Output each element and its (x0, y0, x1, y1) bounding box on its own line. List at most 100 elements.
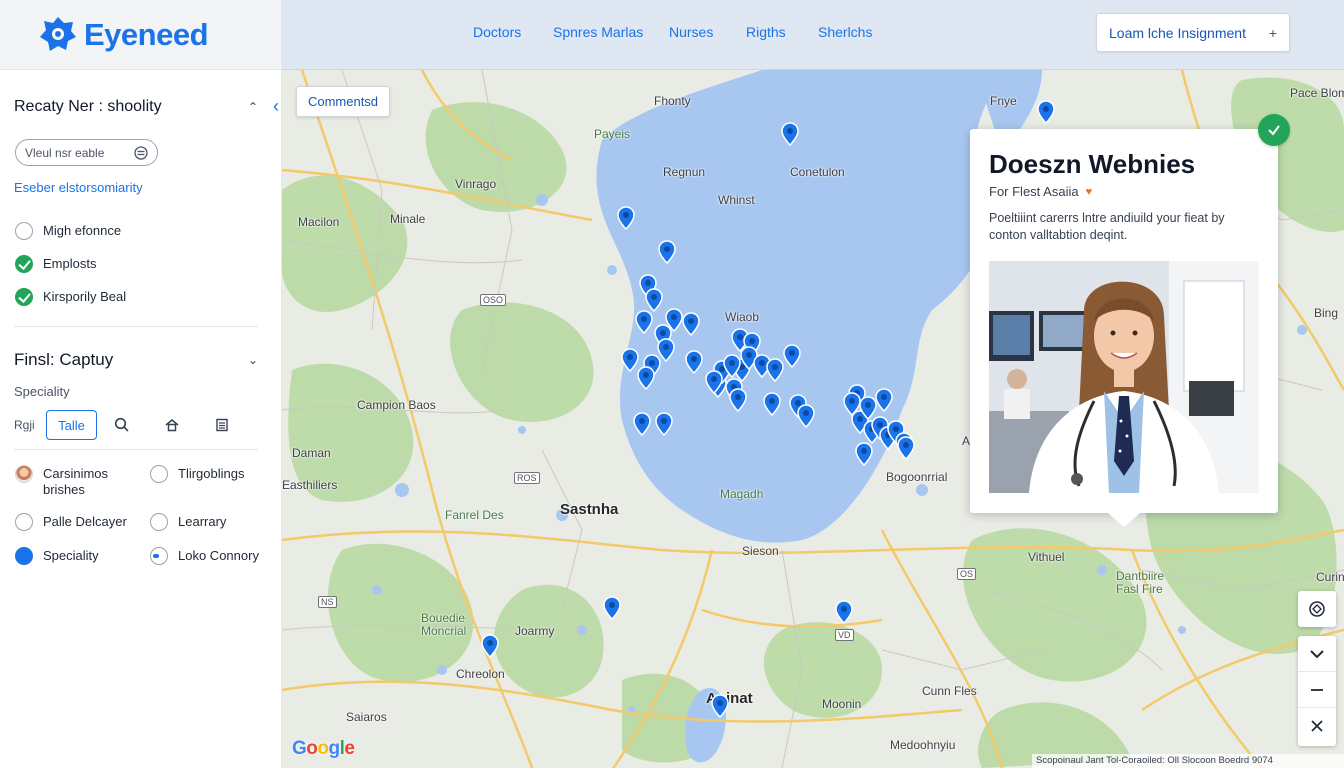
road-shield: OSO (480, 294, 507, 306)
option-label: Speciality (43, 548, 99, 563)
section-capture-header[interactable]: Finsl: Captuy ⌄ (14, 350, 258, 370)
filter-input[interactable]: Vleul nsr eable (15, 139, 158, 166)
map-pin-icon[interactable] (766, 358, 784, 382)
option-item[interactable]: Learrary (150, 513, 226, 531)
map-label: Wiaob (725, 310, 760, 324)
chip-text[interactable]: Rgji (14, 418, 46, 432)
map-pin-icon[interactable] (781, 122, 799, 146)
chevron-down-icon[interactable]: ⌄ (248, 353, 258, 367)
card-title: Doeszn Webnies (989, 149, 1196, 179)
map-pin-icon[interactable] (637, 366, 655, 390)
doctor-info-card[interactable]: Doeszn Webnies For Flest Asaiia ♥ Poelti… (970, 129, 1278, 527)
map-label: Moonin (822, 697, 862, 711)
nav-searches[interactable]: Sherlchs (818, 24, 872, 40)
filter-toggle-icon[interactable] (134, 145, 148, 160)
map-pin-icon[interactable] (855, 442, 873, 466)
section-title: Finsl: Captuy (14, 350, 114, 369)
radio-button[interactable] (150, 513, 168, 531)
view-toggle-row: Rgji Talle (14, 410, 258, 440)
load-assignment-button[interactable]: Loam lche Insignment + (1096, 13, 1290, 52)
heart-icon[interactable]: ♥ (1086, 186, 1093, 198)
option-item[interactable]: Tlirgoblings (150, 465, 244, 483)
map-label: Chreolon (456, 667, 505, 681)
map-label: Fnye (990, 94, 1017, 108)
doctor-photo (989, 261, 1259, 493)
map-pin-icon[interactable] (682, 312, 700, 336)
map-pin-icon[interactable] (729, 388, 747, 412)
option-item[interactable]: Loko Connory (150, 547, 259, 565)
nav-nurses[interactable]: Nurses (669, 24, 713, 40)
map-label: Whinst (718, 193, 755, 207)
radio-button[interactable] (150, 465, 168, 483)
nav-rights[interactable]: Rigths (746, 24, 786, 40)
plus-icon: + (1268, 24, 1277, 41)
radio-button-partial[interactable] (150, 547, 168, 565)
nav-specialties[interactable]: Spnres Marlas (553, 24, 643, 40)
map-pin-icon[interactable] (481, 634, 499, 658)
option-item[interactable]: Kirsporily Beal (15, 288, 126, 306)
map-pin-icon[interactable] (645, 288, 663, 312)
option-item[interactable]: Migh efonnce (15, 222, 121, 240)
search-icon[interactable] (97, 410, 147, 440)
map-label: Medoohnyiu (890, 738, 956, 752)
map-pin-icon[interactable] (723, 354, 741, 378)
map-pin-icon[interactable] (763, 392, 781, 416)
specialty-label: Speciality (14, 384, 70, 399)
section-title: Recaty Ner : shoolity (14, 98, 162, 115)
map-pin-icon[interactable] (705, 370, 723, 394)
list-icon[interactable] (197, 410, 247, 440)
option-item[interactable]: Emplosts (15, 255, 96, 273)
comments-button[interactable]: Commentsd (296, 86, 390, 117)
map-label: Fanrel Des (445, 508, 504, 522)
map-pin-icon[interactable] (1037, 100, 1055, 124)
specialty-link[interactable]: Eseber elstorsomiarity (14, 180, 143, 195)
map-pin-icon[interactable] (617, 206, 635, 230)
chevron-up-icon[interactable]: ⌃ (248, 100, 258, 114)
map-label: Curinte (1316, 570, 1344, 584)
map-pin-icon[interactable] (658, 240, 676, 264)
check-icon[interactable] (15, 255, 33, 273)
map-pin-icon[interactable] (655, 412, 673, 436)
divider (14, 326, 258, 327)
brand-logo-icon (40, 16, 76, 51)
map-pin-icon[interactable] (603, 596, 621, 620)
map-pin-icon[interactable] (665, 308, 683, 332)
map-pin-icon[interactable] (797, 404, 815, 428)
map-label: Joarmy (515, 624, 555, 638)
map-pin-icon[interactable] (783, 344, 801, 368)
option-item[interactable]: Carsinimos brishes (15, 465, 133, 498)
check-icon[interactable] (1258, 114, 1290, 146)
home-icon[interactable] (147, 410, 197, 440)
map-pin-icon[interactable] (711, 694, 729, 718)
map-label: Easthiliers (282, 478, 338, 492)
avatar-radio[interactable] (15, 465, 33, 483)
sidebar: Eyeneed Recaty Ner : shoolity ⌃ Vleul ns… (0, 0, 282, 768)
map-pin-icon[interactable] (835, 600, 853, 624)
table-view-button[interactable]: Talle (46, 410, 97, 440)
map-label: Dantbiire Fasl Fire (1116, 569, 1165, 596)
map-pin-icon[interactable] (875, 388, 893, 412)
map-pin-icon[interactable] (635, 310, 653, 334)
map-pin-icon[interactable] (897, 436, 915, 460)
option-item[interactable]: Palle Delcayer (15, 513, 127, 531)
zoom-in-button[interactable] (1298, 672, 1336, 708)
map-pin-icon[interactable] (685, 350, 703, 374)
section-recaty-header[interactable]: Recaty Ner : shoolity ⌃ (14, 98, 258, 116)
option-item[interactable]: Speciality (15, 547, 99, 565)
radio-button-selected[interactable] (15, 547, 33, 565)
map-label: Payeis (594, 127, 631, 141)
radio-button[interactable] (15, 222, 33, 240)
nav-doctors[interactable]: Doctors (473, 24, 521, 40)
map-label: Vithuel (1028, 550, 1065, 564)
check-icon[interactable] (15, 288, 33, 306)
map-attribution[interactable]: Scopoinaul Jant Tol-Coraoiled: Oll Sloco… (1032, 754, 1344, 768)
brand-header[interactable]: Eyeneed (0, 0, 281, 70)
map-label: Bing (1314, 306, 1339, 320)
chevron-down-icon[interactable] (1298, 636, 1336, 672)
map-layers-control[interactable] (1298, 591, 1336, 627)
radio-button[interactable] (15, 513, 33, 531)
map-view[interactable]: Fhonty Payeis Regnun Conetulon Whinst Vi… (282, 70, 1344, 768)
map-label: Sieson (742, 544, 779, 558)
zoom-out-button[interactable] (1298, 708, 1336, 744)
map-pin-icon[interactable] (633, 412, 651, 436)
